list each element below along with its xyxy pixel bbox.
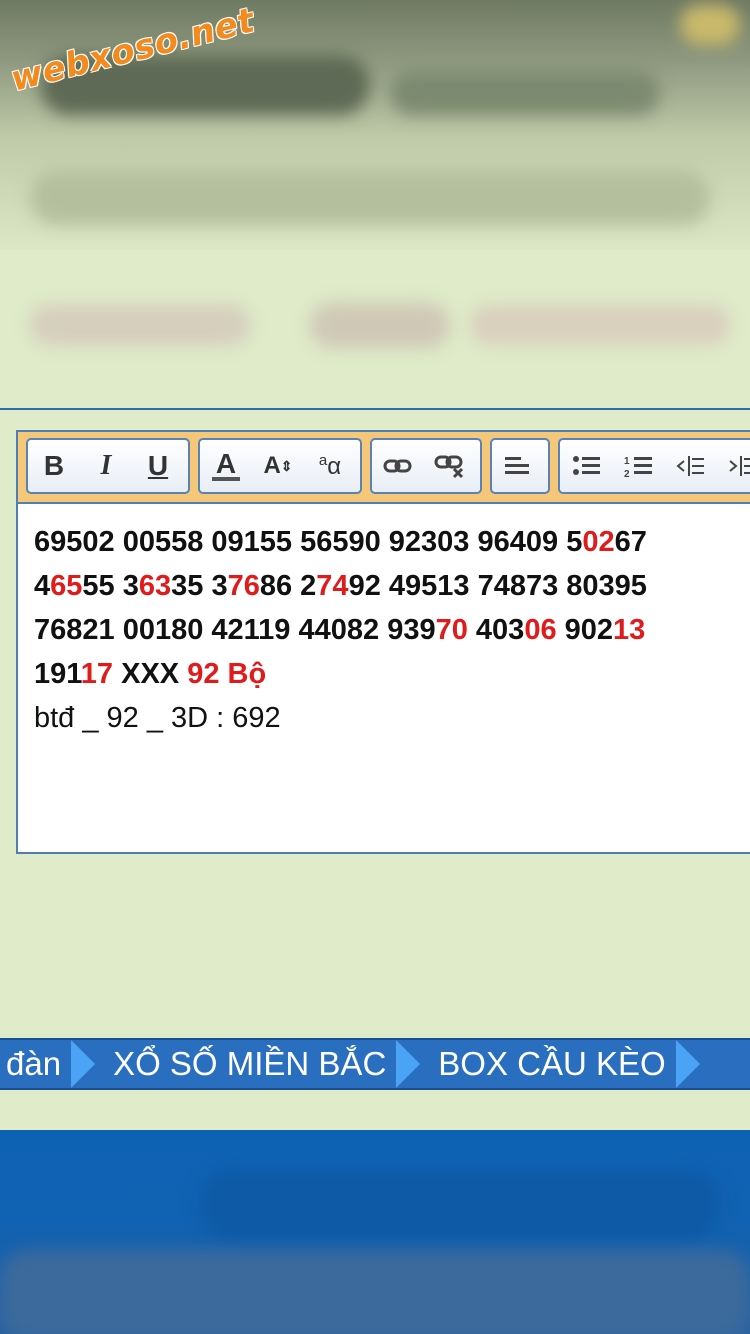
toolbar-group-lists: 12 [558, 438, 750, 494]
editor-content[interactable]: 69502 00558 09155 56590 92303 96409 5026… [34, 520, 744, 740]
font-size-icon: A [263, 452, 281, 479]
highlighted-number: 06 [524, 614, 557, 646]
rich-text-editor[interactable]: B I U A A ⇕ aα 1 2 69502 00558 09155 565… [16, 430, 750, 854]
font-color-bar [212, 477, 240, 481]
numbers-line: 46555 36335 37686 27492 49513 74873 8039… [34, 564, 744, 608]
blurred-footer [0, 1130, 750, 1334]
highlighted-number: 63 [138, 570, 172, 602]
font-color-button[interactable]: A [200, 440, 252, 492]
blurred-block [390, 70, 660, 115]
blurred-block [200, 1170, 720, 1240]
forum-nav-bar: đàn XỔ SỐ MIỀN BẮC BOX CẦU KÈO [0, 1038, 750, 1090]
highlighted-number: 76 [227, 570, 260, 602]
toolbar-group-format: B I U [26, 438, 190, 494]
highlighted-number: 70 [435, 614, 468, 646]
number-text: 76821 00180 42119 44082 939 [34, 614, 436, 646]
nav-item-xo-so-mien-bac[interactable]: XỔ SỐ MIỀN BẮC [107, 1045, 396, 1083]
unlink-icon [434, 455, 464, 479]
font-size-button[interactable]: A ⇕ [252, 440, 304, 492]
number-text: 92 49513 74873 80395 [348, 570, 647, 602]
number-text: 69502 00558 09155 56590 92303 96409 5 [34, 526, 583, 558]
indent-button[interactable] [716, 440, 750, 492]
number-text: 67 [614, 526, 647, 558]
numbers-block: 69502 00558 09155 56590 92303 96409 5026… [34, 520, 744, 696]
align-left-button[interactable] [492, 440, 544, 492]
toolbar-group-font: A A ⇕ aα [198, 438, 362, 494]
number-text: 4 [34, 570, 51, 602]
number-text: 86 2 [259, 570, 317, 602]
highlighted-number: 17 [80, 658, 114, 690]
svg-text:1: 1 [624, 456, 630, 467]
blurred-block [30, 170, 710, 225]
blurred-block [0, 1250, 750, 1334]
number-text: 902 [556, 614, 614, 646]
nav-item-dan[interactable]: đàn [0, 1045, 71, 1083]
remove-link-button[interactable] [424, 440, 476, 492]
plain-text-line: btđ _ 92 _ 3D : 692 [34, 702, 281, 734]
numbers-line: 19117 XXX 92 Bộ [34, 652, 744, 696]
indent-icon [729, 456, 750, 476]
number-text: 403 [467, 614, 525, 646]
number-text: 191 [34, 658, 81, 690]
blurred-block [470, 305, 730, 345]
svg-text:2: 2 [624, 469, 630, 478]
highlighted-number: 02 [582, 526, 615, 558]
number-text: 55 3 [82, 570, 139, 602]
number-text: XXX [113, 658, 188, 690]
highlighted-number: 74 [316, 570, 349, 602]
numbered-list-icon: 12 [624, 456, 652, 478]
numbered-list-button[interactable]: 12 [612, 440, 664, 492]
italic-icon: I [100, 450, 112, 481]
font-color-icon: A [215, 448, 237, 479]
blurred-block [30, 305, 250, 345]
text-effects-button[interactable]: aα [304, 440, 356, 492]
italic-button[interactable]: I [80, 440, 132, 492]
underline-button[interactable]: U [132, 440, 184, 492]
text-effects-icon: aα [318, 451, 342, 480]
insert-link-button[interactable] [372, 440, 424, 492]
nav-arrow-icon [396, 1040, 421, 1088]
align-left-icon [505, 457, 529, 474]
bullet-list-button[interactable] [560, 440, 612, 492]
toolbar-group-align [490, 438, 550, 494]
outdent-icon [676, 456, 704, 476]
divider-line [0, 408, 750, 410]
bold-button[interactable]: B [28, 440, 80, 492]
underline-icon: U [147, 450, 169, 481]
nav-arrow-icon [675, 1040, 700, 1088]
highlighted-number: 13 [613, 614, 646, 646]
nav-arrow-icon [71, 1040, 96, 1088]
numbers-line: 76821 00180 42119 44082 93970 40306 9021… [34, 608, 744, 652]
nav-item-box-cau-keo[interactable]: BOX CẦU KÈO [432, 1045, 675, 1083]
blurred-block [310, 303, 450, 348]
numbers-line: 69502 00558 09155 56590 92303 96409 5026… [34, 520, 744, 564]
blurred-block [680, 5, 740, 45]
bold-icon: B [43, 450, 65, 481]
outdent-button[interactable] [664, 440, 716, 492]
link-icon [383, 459, 412, 473]
editor-toolbar: B I U A A ⇕ aα 1 2 [18, 432, 750, 504]
highlighted-number: 92 Bộ [187, 658, 267, 690]
bullet-list-icon [573, 456, 600, 475]
blurred-user-bar [20, 295, 730, 365]
toolbar-group-link [370, 438, 482, 494]
number-text: 35 3 [171, 570, 228, 602]
highlighted-number: 65 [50, 570, 83, 602]
